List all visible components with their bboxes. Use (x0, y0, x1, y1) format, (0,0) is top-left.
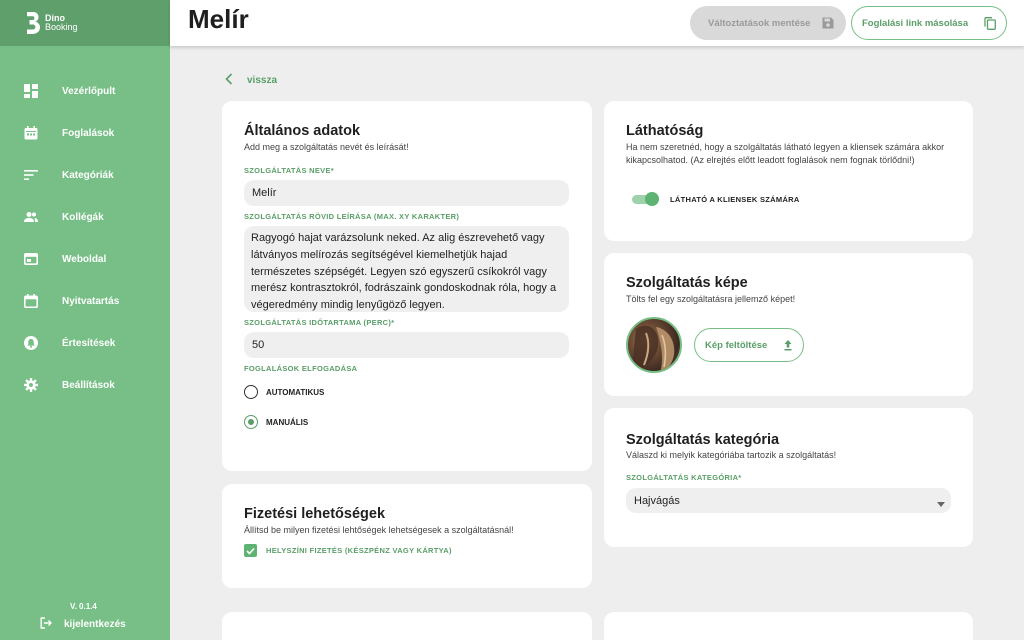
sidebar-item-label: Értesítések (62, 337, 116, 349)
toggle-thumb (645, 192, 659, 206)
copy-booking-link-button[interactable]: Foglalási link másolása (851, 6, 1007, 40)
chevron-left-icon (225, 73, 233, 88)
payment-options-title: Fizetési lehetőségek (244, 506, 386, 522)
floppy-disk-icon (822, 17, 834, 32)
payment-options-card: Fizetési lehetőségek Állítsd be milyen f… (222, 484, 592, 588)
sidebar-item-opening-hours[interactable]: Nyitvatartás (0, 280, 170, 322)
upload-icon (783, 339, 793, 354)
page-title: Melír (188, 4, 249, 34)
service-description-label: SZOLGÁLTATÁS RÖVID LEÍRÁSA (MAX. XY KARA… (244, 212, 460, 221)
general-data-card: Általános adatok Add meg a szolgáltatás … (222, 101, 592, 471)
sidebar-item-categories[interactable]: Kategóriák (0, 154, 170, 196)
visibility-toggle[interactable] (632, 192, 659, 206)
onsite-payment-label: HELYSZÍNI FIZETÉS (KÉSZPÉNZ VAGY KÁRTYA) (266, 546, 452, 555)
save-changes-label: Változtatások mentése (708, 17, 811, 29)
brand-name: Dino Booking (45, 14, 78, 32)
sidebar-item-label: Vezérlőpult (62, 85, 116, 97)
save-changes-button[interactable]: Változtatások mentése (690, 6, 846, 40)
radio-manual-label: MANUÁLIS (266, 417, 309, 427)
radio-circle (244, 385, 258, 399)
visibility-title: Láthatóság (626, 123, 704, 139)
bottom-card-right (604, 612, 973, 640)
payment-options-subtitle: Állítsd be milyen fizetési lehtőségek le… (244, 525, 514, 535)
copy-booking-link-label: Foglalási link másolása (862, 17, 969, 29)
back-label: vissza (247, 75, 278, 86)
sidebar-item-label: Kategóriák (62, 169, 114, 181)
web-icon (24, 252, 38, 266)
checkbox-checked-icon (244, 544, 257, 557)
service-category-title: Szolgáltatás kategória (626, 432, 780, 448)
sidebar-item-website[interactable]: Weboldal (0, 238, 170, 280)
onsite-payment-checkbox[interactable]: HELYSZÍNI FIZETÉS (KÉSZPÉNZ VAGY KÁRTYA) (244, 544, 452, 557)
dashboard-icon (24, 84, 38, 98)
copy-icon (984, 17, 996, 33)
sidebar: Dino Booking Vezérlőpult Foglalások Kate… (0, 0, 170, 640)
people-icon (24, 210, 38, 224)
sidebar-item-label: Weboldal (62, 253, 107, 265)
service-image-subtitle: Tölts fel egy szolgáltatásra jellemző ké… (626, 294, 796, 304)
service-description-textarea[interactable]: Ragyogó hajat varázsolunk neked. Az alig… (244, 226, 569, 312)
radio-automatic-label: AUTOMATIKUS (266, 387, 325, 397)
sidebar-item-label: Foglalások (62, 127, 115, 139)
dino-logo-icon (27, 12, 40, 34)
visibility-toggle-label: LÁTHATÓ A KLIENSEK SZÁMÁRA (670, 195, 800, 204)
brand[interactable]: Dino Booking (0, 0, 170, 46)
calendar-icon (24, 126, 38, 140)
visibility-card: Láthatóság Ha nem szeretnéd, hogy a szol… (604, 101, 973, 241)
header: Melír Változtatások mentése Foglalási li… (170, 0, 1024, 46)
bottom-card-left (222, 612, 592, 640)
upload-image-button[interactable]: Kép feltöltése (694, 328, 804, 362)
sidebar-item-settings[interactable]: Beállítások (0, 364, 170, 406)
service-category-subtitle: Válaszd ki melyik kategóriába tartozik a… (626, 450, 837, 460)
hair-photo-icon (632, 325, 675, 371)
radio-manual[interactable]: MANUÁLIS (244, 415, 308, 429)
visibility-subtitle: Ha nem szeretnéd, hogy a szolgáltatás lá… (626, 142, 945, 165)
gear-icon (24, 378, 38, 392)
brand-line2: Booking (45, 22, 78, 32)
booking-acceptance-label: FOGLALÁSOK ELFOGADÁSA (244, 364, 358, 373)
service-category-select[interactable]: Hajvágás (626, 488, 951, 513)
back-link[interactable]: vissza (225, 73, 277, 88)
app-version: V. 0.1.4 (70, 602, 97, 611)
sidebar-nav: Vezérlőpult Foglalások Kategóriák Kollég… (0, 70, 170, 406)
service-name-label: SZOLGÁLTATÁS NEVE* (244, 166, 334, 175)
service-category-card: Szolgáltatás kategória Válaszd ki melyik… (604, 408, 973, 547)
service-image-title: Szolgáltatás képe (626, 275, 748, 291)
radio-circle-selected (244, 415, 258, 429)
sidebar-item-label: Nyitvatartás (62, 295, 120, 307)
general-data-title: Általános adatok (244, 123, 361, 139)
sidebar-item-colleagues[interactable]: Kollégák (0, 196, 170, 238)
chevron-down-icon (937, 498, 945, 510)
bell-icon (24, 336, 38, 350)
service-category-label: SZOLGÁLTATÁS KATEGÓRIA* (626, 473, 742, 482)
sidebar-item-notifications[interactable]: Értesítések (0, 322, 170, 364)
logout-icon (40, 617, 52, 632)
sort-list-icon (24, 168, 38, 182)
service-duration-label: SZOLGÁLTATÁS IDŐTARTAMA (PERC)* (244, 318, 395, 327)
logout-button[interactable]: kijelentkezés (40, 617, 126, 632)
upload-image-label: Kép feltöltése (705, 339, 768, 351)
service-image-thumbnail (626, 317, 682, 373)
sidebar-item-label: Beállítások (62, 379, 115, 391)
calendar-blank-icon (24, 294, 38, 308)
service-category-value: Hajvágás (634, 494, 680, 507)
service-duration-input[interactable]: 50 (244, 332, 569, 358)
general-data-subtitle: Add meg a szolgáltatás nevét és leírását… (244, 142, 409, 152)
sidebar-item-label: Kollégák (62, 211, 104, 223)
service-image-card: Szolgáltatás képe Tölts fel egy szolgált… (604, 253, 973, 396)
logout-label: kijelentkezés (64, 619, 126, 630)
service-name-input[interactable]: Melír (244, 180, 569, 206)
radio-automatic[interactable]: AUTOMATIKUS (244, 385, 324, 399)
sidebar-item-dashboard[interactable]: Vezérlőpult (0, 70, 170, 112)
sidebar-item-bookings[interactable]: Foglalások (0, 112, 170, 154)
